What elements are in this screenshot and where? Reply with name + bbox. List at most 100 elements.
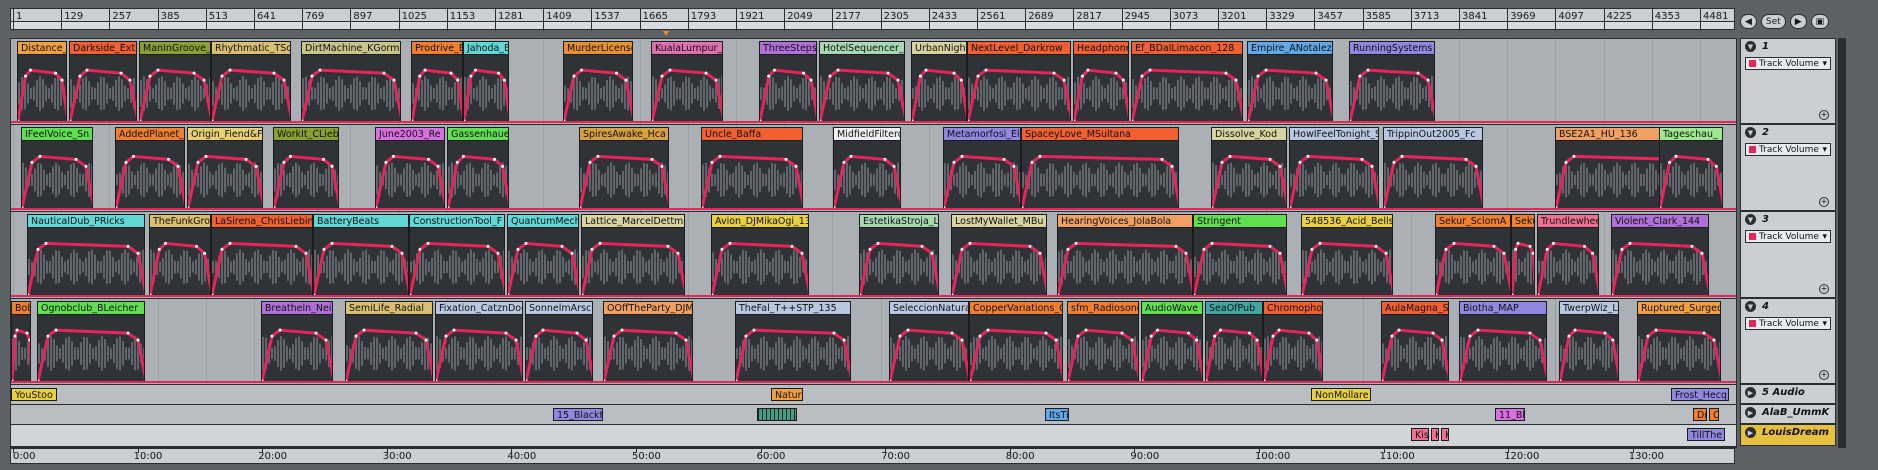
- automation-parameter-select[interactable]: Track Volume ▾: [1745, 317, 1831, 330]
- waveform-with-automation[interactable]: [302, 55, 401, 123]
- waveform-with-automation[interactable]: [970, 315, 1063, 383]
- automation-parameter-select[interactable]: Track Volume ▾: [1745, 230, 1831, 243]
- audio-clip[interactable]: EstetikaStroja_L: [859, 214, 939, 297]
- waveform-with-automation[interactable]: [1022, 141, 1179, 210]
- waveform-with-automation[interactable]: [70, 55, 137, 123]
- audio-clip[interactable]: Bob: [11, 301, 31, 383]
- waveform-with-automation[interactable]: [1132, 55, 1243, 123]
- audio-clip[interactable]: Trundlewhee: [1537, 214, 1599, 297]
- waveform-with-automation[interactable]: [1058, 228, 1193, 297]
- audio-clip[interactable]: Kis: [1411, 428, 1429, 441]
- clip-title[interactable]: SemiLife_Radial: [346, 302, 432, 315]
- audio-clip[interactable]: LaSirena_ChrisLiebin: [211, 214, 313, 297]
- audio-clip[interactable]: SpiresAwake_Hca: [579, 127, 669, 210]
- clip-title[interactable]: Fixation_CatznDog: [436, 302, 522, 315]
- track-header-4[interactable]: ▼ 4 Track Volume ▾ +: [1740, 298, 1836, 384]
- audio-clip[interactable]: TwerpWiz_L: [1559, 301, 1619, 383]
- clip-title[interactable]: Breatheln_Neil: [262, 302, 332, 315]
- beat-ruler[interactable]: 1 129 257 385 513 641 769 897 1025 1153 1281 1409 15…: [10, 8, 1735, 36]
- waveform-with-automation[interactable]: [346, 315, 433, 383]
- add-automation-lane-button[interactable]: +: [1819, 370, 1829, 380]
- clip-title[interactable]: Uncle_Baffa: [702, 128, 802, 141]
- audio-clip[interactable]: IFeelVoice_Sn: [21, 127, 93, 210]
- audio-clip[interactable]: Fixation_CatznDog: [435, 301, 523, 383]
- clip-title[interactable]: Ef_BDalLimacon_128: [1132, 42, 1242, 55]
- waveform-with-automation[interactable]: [508, 228, 579, 297]
- waveform-with-automation[interactable]: [1436, 228, 1511, 297]
- clip-title[interactable]: Bob: [12, 302, 30, 315]
- audio-clip[interactable]: Biotha_MAP: [1459, 301, 1547, 383]
- clip-title[interactable]: KualaLumpur_: [652, 42, 722, 55]
- track-name[interactable]: 2: [1762, 127, 1769, 138]
- audio-clip[interactable]: Frost_Hecq: [1671, 388, 1729, 401]
- track-name[interactable]: 3: [1762, 214, 1769, 225]
- audio-clip[interactable]: Prodrive_B: [411, 41, 463, 123]
- automation-parameter-select[interactable]: Track Volume ▾: [1745, 143, 1831, 156]
- audio-clip[interactable]: Dre: [1693, 408, 1707, 421]
- audio-clip[interactable]: HowIFeelTonight_SWil: [1289, 127, 1379, 210]
- waveform-with-automation[interactable]: [116, 141, 185, 210]
- waveform-with-automation[interactable]: [702, 141, 803, 210]
- waveform-with-automation[interactable]: [436, 315, 523, 383]
- audio-clip[interactable]: TheFunkGro: [149, 214, 211, 297]
- audio-clip[interactable]: Seku: [1511, 214, 1535, 297]
- audio-clip[interactable]: Distance_I: [17, 41, 67, 123]
- audio-clip[interactable]: Rhythmatic_TSchu: [211, 41, 291, 123]
- waveform-with-automation[interactable]: [448, 141, 509, 210]
- clip-title[interactable]: NextLevel_Darkrow: [968, 42, 1070, 55]
- clip-title[interactable]: UrbanNight: [912, 42, 966, 55]
- audio-clip[interactable]: Lattice_MarcelDettma: [581, 214, 685, 297]
- waveform-with-automation[interactable]: [38, 315, 145, 383]
- audio-clip[interactable]: HotelSequencer_I: [819, 41, 905, 123]
- clip-title[interactable]: Headphone: [1074, 42, 1128, 55]
- audio-clip[interactable]: Metamorfosi_Elia: [943, 127, 1021, 210]
- track-name[interactable]: 1: [1762, 41, 1769, 52]
- waveform-with-automation[interactable]: [912, 55, 967, 123]
- audio-clip[interactable]: AudioWave: [1141, 301, 1203, 383]
- waveform-with-automation[interactable]: [314, 228, 409, 297]
- waveform-with-automation[interactable]: [140, 55, 211, 123]
- track-lane-6[interactable]: 15_BlackH ItsTi 11_Bla DreC: [11, 405, 1736, 425]
- clip-title[interactable]: AulaMagna_S: [1382, 302, 1448, 315]
- waveform-with-automation[interactable]: [1538, 228, 1599, 297]
- fold-down-icon[interactable]: ▼: [1745, 301, 1756, 312]
- audio-clip[interactable]: RunningSystems: [1349, 41, 1435, 123]
- audio-clip[interactable]: Empire_ANotalez: [1247, 41, 1333, 123]
- audio-clip[interactable]: NextLevel_Darkrow: [967, 41, 1071, 123]
- clip-title[interactable]: Empire_ANotalez: [1248, 42, 1332, 55]
- track-lane-5[interactable]: YouStoo Natura NonMollare Frost_Hecq: [11, 385, 1736, 405]
- audio-clip[interactable]: Stringent: [1193, 214, 1287, 297]
- clip-title[interactable]: SonnelmArsch: [526, 302, 592, 315]
- waveform-with-automation[interactable]: [1382, 315, 1449, 383]
- clip-title[interactable]: SeaOfPub: [1206, 302, 1262, 315]
- audio-clip[interactable]: Tageschau_: [1659, 127, 1723, 210]
- audio-clip[interactable]: LostMyWallet_MBu: [951, 214, 1047, 297]
- audio-clip[interactable]: K: [1441, 428, 1449, 441]
- audio-clip[interactable]: ConstructionTool_F: [409, 214, 505, 297]
- clip-title[interactable]: Prodrive_B: [412, 42, 462, 55]
- clip-title[interactable]: Lattice_MarcelDettma: [582, 215, 684, 228]
- clip-title[interactable]: sfm_Radiosono: [1068, 302, 1138, 315]
- chevron-down-icon[interactable]: ▾: [1822, 59, 1827, 69]
- clip-title[interactable]: DirtMachine_KGorman: [302, 42, 400, 55]
- audio-clip[interactable]: BatteryBeats: [313, 214, 409, 297]
- track-header-5[interactable]: ▶ 5 Audio: [1740, 384, 1836, 404]
- audio-clip[interactable]: Ruptured_Surged: [1637, 301, 1721, 383]
- waveform-with-automation[interactable]: [464, 55, 509, 123]
- set-locator-button[interactable]: Set: [1760, 14, 1786, 29]
- clip-title[interactable]: Violent_Clark_144: [1612, 215, 1708, 228]
- clip-title[interactable]: LaSirena_ChrisLiebin: [212, 215, 312, 228]
- playhead-marker[interactable]: [663, 31, 669, 36]
- audio-clip[interactable]: C: [1709, 408, 1719, 421]
- clip-title[interactable]: HearingVoices_JolaBola: [1058, 215, 1192, 228]
- waveform-with-automation[interactable]: [1560, 315, 1619, 383]
- waveform-with-automation[interactable]: [580, 141, 669, 210]
- clip-title[interactable]: SeleccionNatura: [890, 302, 968, 315]
- track-header-6[interactable]: ▶ AlaB_UmmK: [1740, 404, 1836, 424]
- waveform-with-automation[interactable]: [604, 315, 693, 383]
- audio-clip[interactable]: SonnelmArsch: [525, 301, 593, 383]
- clip-title[interactable]: TwerpWiz_L: [1560, 302, 1618, 315]
- audio-clip[interactable]: Violent_Clark_144: [1611, 214, 1709, 297]
- clip-title[interactable]: CopperVariations_C: [970, 302, 1062, 315]
- add-automation-lane-button[interactable]: +: [1819, 284, 1829, 294]
